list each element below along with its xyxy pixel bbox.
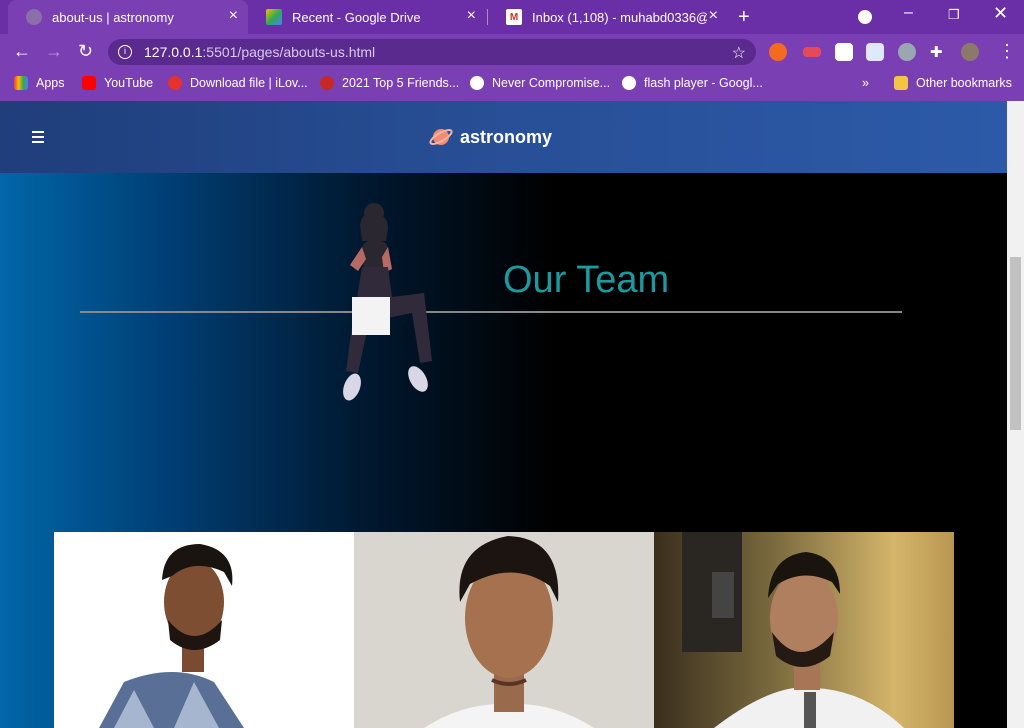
bookmarks-bar: Apps YouTube Download file | iLov... 202… xyxy=(0,70,1024,101)
reload-icon[interactable]: ↻ xyxy=(78,41,93,62)
sitting-woman-illustration xyxy=(343,203,432,401)
hero-title: Our Team xyxy=(503,259,670,301)
tab-about-us[interactable]: about-us | astronomy × xyxy=(8,0,248,34)
restore-icon[interactable]: ❐ xyxy=(948,7,960,23)
scrollbar-thumb[interactable] xyxy=(1010,257,1021,430)
bookmark-other[interactable]: Other bookmarks xyxy=(894,76,1012,90)
bookmark-never-compromise[interactable]: Never Compromise... xyxy=(470,76,610,90)
team-member-photo xyxy=(682,532,904,728)
tab-title: Inbox (1,108) - muhabd0336@gm xyxy=(532,9,707,25)
site-brand[interactable]: astronomy xyxy=(428,125,552,149)
extension-infinity-icon[interactable] xyxy=(769,43,787,61)
youtube-icon xyxy=(82,76,96,90)
close-icon[interactable]: × xyxy=(467,8,476,24)
team-member-photo xyxy=(99,544,244,728)
menu-dots-icon[interactable]: ⋮ xyxy=(998,41,1016,62)
folder-icon xyxy=(894,76,908,90)
browser-chrome: about-us | astronomy × Recent - Google D… xyxy=(0,0,1024,101)
extension-lines-icon[interactable] xyxy=(803,47,821,57)
bookmark-youtube[interactable]: YouTube xyxy=(82,76,153,90)
gmail-icon: M xyxy=(506,9,522,25)
close-icon[interactable]: × xyxy=(709,8,718,24)
planet-logo-icon xyxy=(429,129,453,145)
browser-toolbar: ← → ↻ i 127.0.0.1:5501/pages/abouts-us.h… xyxy=(0,34,1024,70)
site-navbar: astronomy xyxy=(0,101,1007,173)
team-hero: Our Team xyxy=(0,173,1007,728)
cherry-icon xyxy=(320,76,334,90)
extension-screen-icon[interactable] xyxy=(866,43,884,61)
window-close-icon[interactable]: ✕ xyxy=(993,3,1008,24)
back-icon[interactable]: ← xyxy=(13,41,31,62)
google-icon xyxy=(622,76,636,90)
google-drive-icon xyxy=(266,9,282,25)
more-bookmarks-icon[interactable]: » xyxy=(862,76,869,90)
tab-title: about-us | astronomy xyxy=(52,9,174,25)
brand-name: astronomy xyxy=(460,126,553,147)
team-member-card[interactable] xyxy=(654,532,954,728)
extension-cloud-icon[interactable] xyxy=(835,43,853,61)
globe-icon xyxy=(26,9,42,25)
heart-icon xyxy=(168,76,182,90)
bookmark-flash-player[interactable]: flash player - Googl... xyxy=(622,76,763,90)
tab-strip: about-us | astronomy × Recent - Google D… xyxy=(0,0,1024,34)
tab-title: Recent - Google Drive xyxy=(292,9,421,25)
star-icon[interactable]: ☆ xyxy=(732,43,746,63)
apps-grid-icon xyxy=(14,76,28,90)
team-member-photo xyxy=(354,532,654,728)
extensions-puzzle-icon[interactable]: ✚ xyxy=(930,43,948,61)
forward-icon[interactable]: → xyxy=(45,41,63,62)
address-bar[interactable]: i 127.0.0.1:5501/pages/abouts-us.html ☆ xyxy=(108,39,756,65)
profile-avatar[interactable] xyxy=(961,43,979,61)
tab-gmail[interactable]: M Inbox (1,108) - muhabd0336@gm × xyxy=(488,0,728,34)
tab-google-drive[interactable]: Recent - Google Drive × xyxy=(248,0,486,34)
url-text[interactable]: 127.0.0.1:5501/pages/abouts-us.html xyxy=(144,44,375,60)
page-scrollbar[interactable] xyxy=(1007,101,1024,728)
divider-line xyxy=(80,311,902,313)
info-icon[interactable]: i xyxy=(118,45,132,59)
team-member-card[interactable] xyxy=(354,532,654,728)
extension-globe-icon[interactable] xyxy=(898,43,916,61)
close-icon[interactable]: × xyxy=(229,8,238,24)
bookmark-ilovepdf[interactable]: Download file | iLov... xyxy=(168,76,308,90)
page-viewport: astronomy Our Team xyxy=(0,101,1007,728)
minimize-icon[interactable]: – xyxy=(904,4,913,22)
bookmark-top-friends[interactable]: 2021 Top 5 Friends... xyxy=(320,76,459,90)
new-tab-icon[interactable]: + xyxy=(738,6,750,29)
team-cards xyxy=(54,532,954,728)
tab-search-icon[interactable] xyxy=(858,10,872,24)
badge-icon xyxy=(470,76,484,90)
bookmark-apps[interactable]: Apps xyxy=(14,76,65,90)
hamburger-menu-icon[interactable] xyxy=(32,131,44,143)
team-member-card[interactable] xyxy=(54,532,354,728)
